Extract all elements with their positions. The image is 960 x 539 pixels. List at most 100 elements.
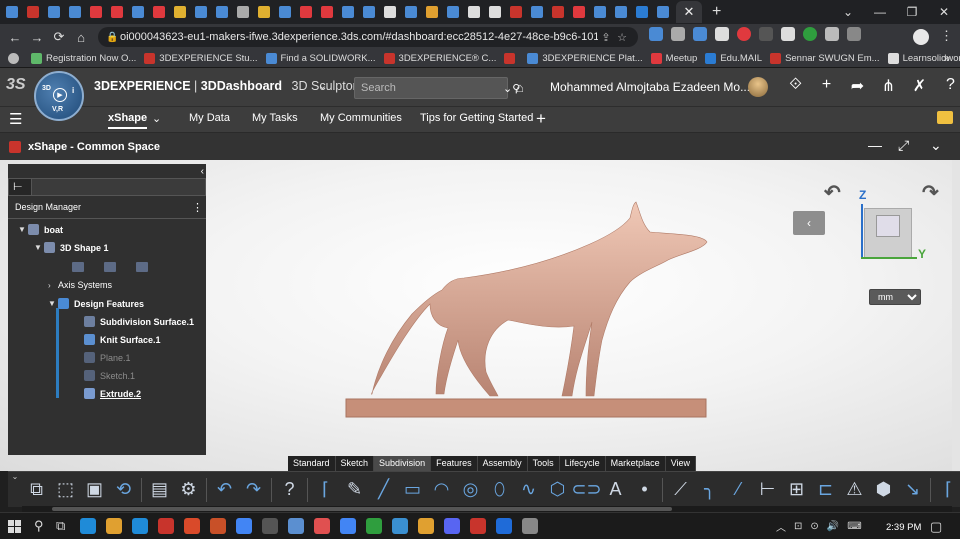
- add-tab-button[interactable]: +: [536, 109, 546, 129]
- tree-node[interactable]: ▼ 3D Shape 1: [34, 242, 109, 253]
- back-button[interactable]: ‹: [793, 211, 825, 235]
- bookmark-star-icon[interactable]: ☆: [614, 31, 630, 44]
- reload-button[interactable]: ⟳: [48, 29, 70, 45]
- offset-icon[interactable]: ⊏: [814, 476, 837, 504]
- taskbar-app-icon[interactable]: [314, 518, 330, 534]
- taskbar-app-icon[interactable]: [132, 518, 148, 534]
- more-bookmarks-icon[interactable]: »: [943, 51, 950, 65]
- browser-tab[interactable]: [66, 3, 84, 21]
- tray-icon[interactable]: ︿: [776, 519, 786, 534]
- close-window-button[interactable]: ✕: [928, 0, 960, 24]
- tab-close-icon[interactable]: ✕: [684, 4, 695, 20]
- tab-my-data[interactable]: My Data: [189, 112, 230, 124]
- tray-icon[interactable]: 🔊: [827, 521, 839, 532]
- more-options-icon[interactable]: ⋮: [192, 201, 203, 214]
- save-icon[interactable]: ▣: [83, 476, 106, 504]
- taskbar-app-icon[interactable]: [184, 518, 200, 534]
- browser-tab[interactable]: [318, 3, 336, 21]
- clock[interactable]: 2:39 PM: [886, 522, 921, 533]
- browser-tab[interactable]: [276, 3, 294, 21]
- chevron-down-icon[interactable]: ⌄: [930, 137, 942, 154]
- taskbar-app-icon[interactable]: [80, 518, 96, 534]
- bookmark-item[interactable]: Meetup: [650, 53, 697, 64]
- browser-tab[interactable]: [549, 3, 567, 21]
- taskbar-app-icon[interactable]: [210, 518, 226, 534]
- sculpt-model[interactable]: [340, 198, 710, 420]
- restore-button[interactable]: ❐: [896, 0, 928, 24]
- browser-tab[interactable]: [570, 3, 588, 21]
- tab-my-tasks[interactable]: My Tasks: [252, 112, 298, 124]
- open-icon[interactable]: ⧉: [25, 476, 48, 504]
- redo-icon[interactable]: ↷: [242, 476, 265, 504]
- text-icon[interactable]: A: [604, 476, 627, 504]
- bookmark-item[interactable]: Edu.MAIL: [705, 53, 762, 64]
- home-button[interactable]: ⌂: [70, 30, 92, 45]
- chevron-down-icon[interactable]: ⌄: [152, 112, 161, 125]
- browser-tab[interactable]: [108, 3, 126, 21]
- sidebar-icon[interactable]: [847, 27, 861, 41]
- shape-icon[interactable]: [72, 262, 84, 272]
- taskbar-app-icon[interactable]: [418, 518, 434, 534]
- browser-tab[interactable]: [465, 3, 483, 21]
- refresh-icon[interactable]: ⟲: [112, 476, 135, 504]
- line-icon[interactable]: ╱: [372, 476, 395, 504]
- shape-icon[interactable]: [136, 262, 148, 272]
- browser-tab[interactable]: [171, 3, 189, 21]
- extension-icon[interactable]: [803, 27, 817, 41]
- tab-features[interactable]: Features: [431, 456, 478, 471]
- taskbar-app-icon[interactable]: [288, 518, 304, 534]
- sketch-icon[interactable]: ⌈: [314, 476, 337, 504]
- collapse-panel-icon[interactable]: ‹: [201, 166, 204, 177]
- browser-tab[interactable]: [591, 3, 609, 21]
- tab-sketch[interactable]: Sketch: [336, 456, 375, 471]
- tree-node[interactable]: ▼ boat: [18, 224, 63, 235]
- taskbar-app-icon[interactable]: [106, 518, 122, 534]
- tree-node[interactable]: › Axis Systems: [48, 280, 112, 290]
- taskbar-app-icon[interactable]: [444, 518, 460, 534]
- taskbar-app-icon[interactable]: [470, 518, 486, 534]
- tree-twisty-icon[interactable]: ›: [48, 281, 58, 290]
- ellipse-icon[interactable]: ⬯: [488, 476, 511, 504]
- search-dropdown-icon[interactable]: ⌄: [503, 82, 512, 95]
- cube-icon[interactable]: ⬢: [872, 476, 895, 504]
- tab-my-communities[interactable]: My Communities: [320, 112, 402, 124]
- mirror-icon[interactable]: ⊞: [785, 476, 808, 504]
- view-cube[interactable]: [864, 208, 912, 258]
- play-icon[interactable]: ▶: [53, 88, 67, 102]
- tray-icon[interactable]: ⌨: [847, 521, 861, 532]
- adblock-icon[interactable]: [737, 27, 751, 41]
- browser-tab[interactable]: [87, 3, 105, 21]
- browser-tab[interactable]: [150, 3, 168, 21]
- browser-tab[interactable]: [486, 3, 504, 21]
- browser-tab[interactable]: [507, 3, 525, 21]
- share-icon[interactable]: ➦: [842, 76, 873, 96]
- windows-start-icon[interactable]: [8, 520, 21, 533]
- tag-icon[interactable]: ⌂: [516, 80, 524, 95]
- browser-tab[interactable]: [339, 3, 357, 21]
- rotate-right-icon[interactable]: ↷: [922, 180, 939, 205]
- help-icon[interactable]: ?: [935, 76, 960, 96]
- undo-icon[interactable]: ↶: [213, 476, 236, 504]
- browser-tab[interactable]: [24, 3, 42, 21]
- trim-icon[interactable]: ⟋: [669, 476, 692, 504]
- extension-icon[interactable]: [671, 27, 685, 41]
- project-icon[interactable]: ↘: [901, 476, 924, 504]
- chevron-down-icon[interactable]: ⌄: [318, 79, 327, 92]
- minimize-button[interactable]: —: [864, 0, 896, 24]
- arc-icon[interactable]: ◠: [430, 476, 453, 504]
- viewport-scrollbar[interactable]: [952, 160, 960, 471]
- tab-tools[interactable]: Tools: [528, 456, 560, 471]
- shape-icon[interactable]: [104, 262, 116, 272]
- tree-filter-field[interactable]: [31, 179, 205, 195]
- puzzle-icon[interactable]: [825, 27, 839, 41]
- tree-node[interactable]: ▼ Design Features: [48, 298, 144, 309]
- cube-face[interactable]: [876, 215, 900, 237]
- taskbar-app-icon[interactable]: [522, 518, 538, 534]
- tree-node[interactable]: Extrude.2: [74, 388, 141, 399]
- network-icon[interactable]: ⋔: [873, 76, 904, 96]
- chat-icon[interactable]: [937, 111, 953, 124]
- taskbar-app-icon[interactable]: [340, 518, 356, 534]
- minimize-widget-icon[interactable]: —: [868, 137, 882, 153]
- break-icon[interactable]: ⊢: [756, 476, 779, 504]
- scrollbar-thumb[interactable]: [52, 507, 672, 511]
